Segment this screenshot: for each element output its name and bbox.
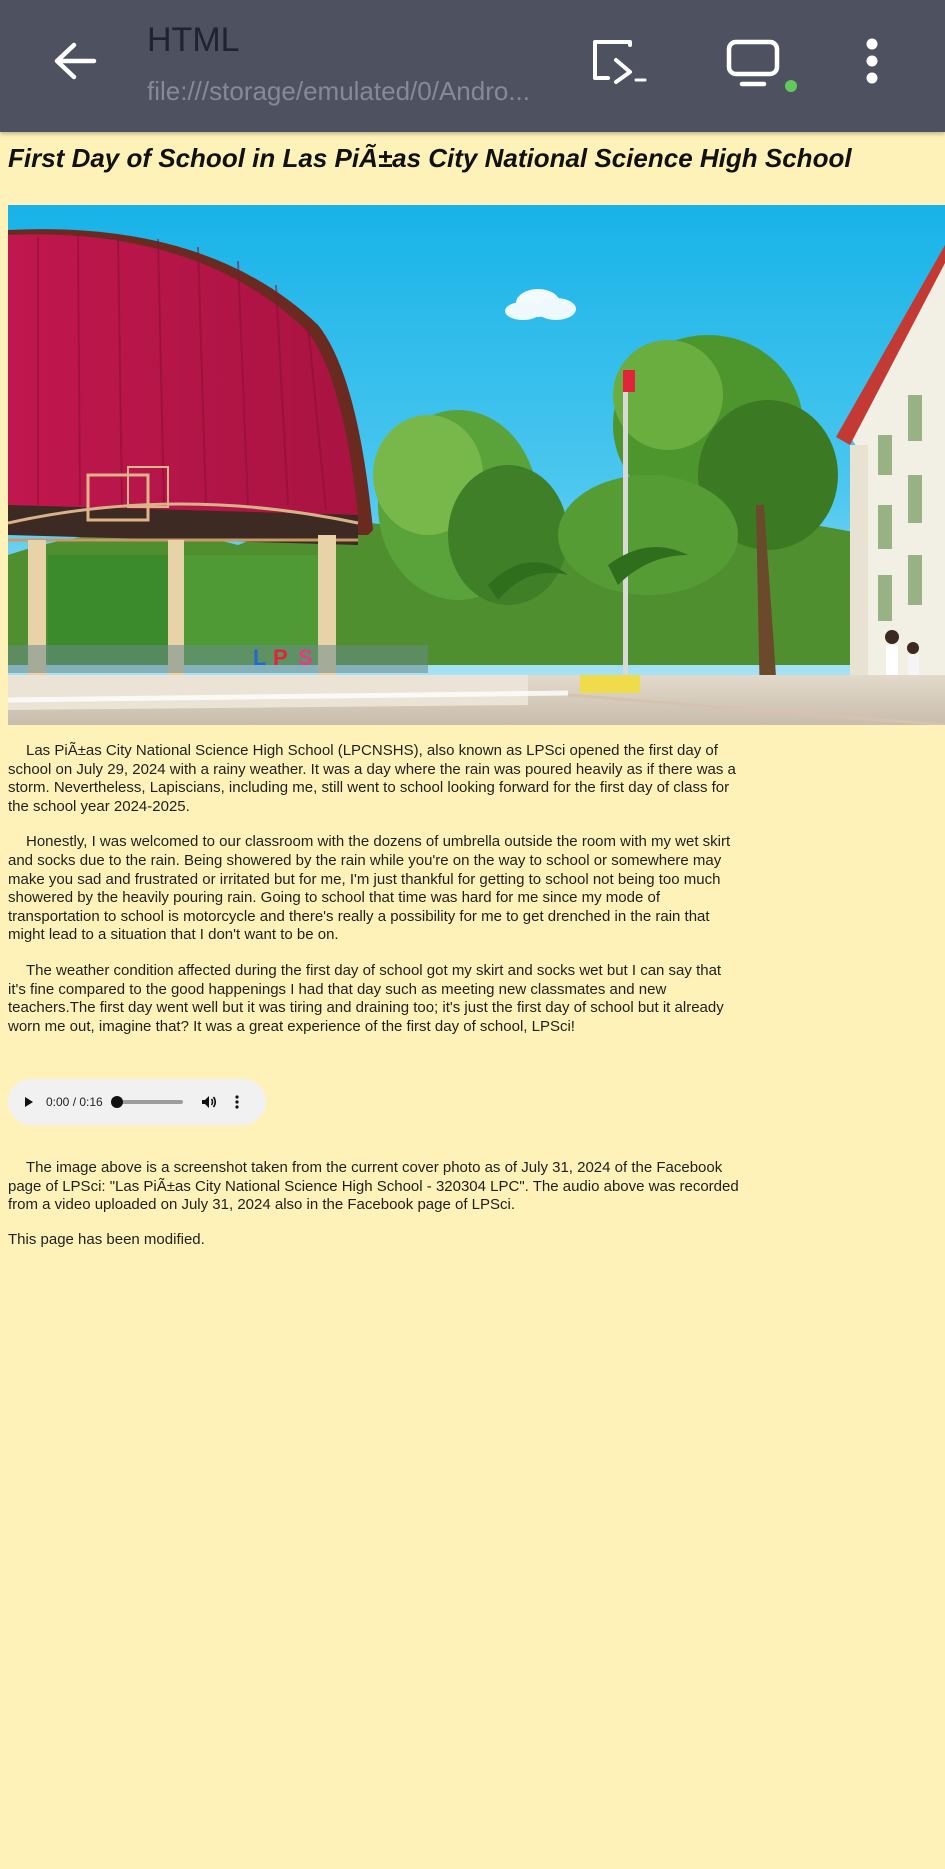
status-dot	[785, 80, 797, 92]
overflow-menu-button[interactable]	[850, 30, 894, 92]
audio-player[interactable]: 0:00 / 0:16	[8, 1079, 266, 1125]
monitor-icon	[726, 39, 780, 87]
paragraph-weather: The weather condition affected during th…	[8, 961, 724, 1035]
article-body: Las PiÃ±as City National Science High Sc…	[8, 742, 743, 1053]
paragraph-classroom: Honestly, I was welcomed to our classroo…	[8, 833, 731, 944]
volume-button[interactable]	[201, 1094, 219, 1110]
cast-button[interactable]	[585, 30, 657, 92]
svg-text:P: P	[273, 645, 288, 670]
paragraph-intro: Las PiÃ±as City National Science High Sc…	[8, 742, 736, 815]
volume-icon	[201, 1096, 216, 1108]
more-vertical-icon	[866, 38, 878, 84]
cast-icon	[593, 40, 647, 84]
play-icon	[25, 1097, 33, 1107]
page-content: First Day of School in Las PiÃ±as City N…	[0, 132, 945, 1248]
more-vertical-icon	[235, 1095, 239, 1109]
arrow-left-icon	[54, 42, 97, 80]
cover-photo: L P S	[8, 205, 945, 725]
app-bar: HTML file:///storage/emulated/0/Andro...	[0, 0, 945, 132]
svg-text:S: S	[298, 645, 313, 670]
audio-seek-bar[interactable]	[110, 1096, 183, 1108]
screen-button[interactable]	[708, 28, 798, 100]
audio-more-button[interactable]	[229, 1091, 245, 1113]
school-campus-photo: L P S	[8, 205, 945, 725]
page-title: First Day of School in Las PiÃ±as City N…	[8, 143, 852, 173]
audio-time: 0:00 / 0:16	[46, 1095, 103, 1109]
audio-seek-thumb[interactable]	[110, 1096, 123, 1108]
title-block: HTML file:///storage/emulated/0/Andro...	[147, 18, 557, 107]
modified-notice: This page has been modified.	[8, 1231, 205, 1248]
image-source-note: The image above is a screenshot taken fr…	[8, 1159, 743, 1232]
play-button[interactable]	[24, 1095, 38, 1109]
svg-text:L: L	[253, 645, 266, 670]
url-text[interactable]: file:///storage/emulated/0/Andro...	[147, 76, 557, 107]
back-button[interactable]	[40, 30, 110, 92]
app-title: HTML	[147, 21, 240, 59]
note-text: The image above is a screenshot taken fr…	[8, 1159, 739, 1214]
